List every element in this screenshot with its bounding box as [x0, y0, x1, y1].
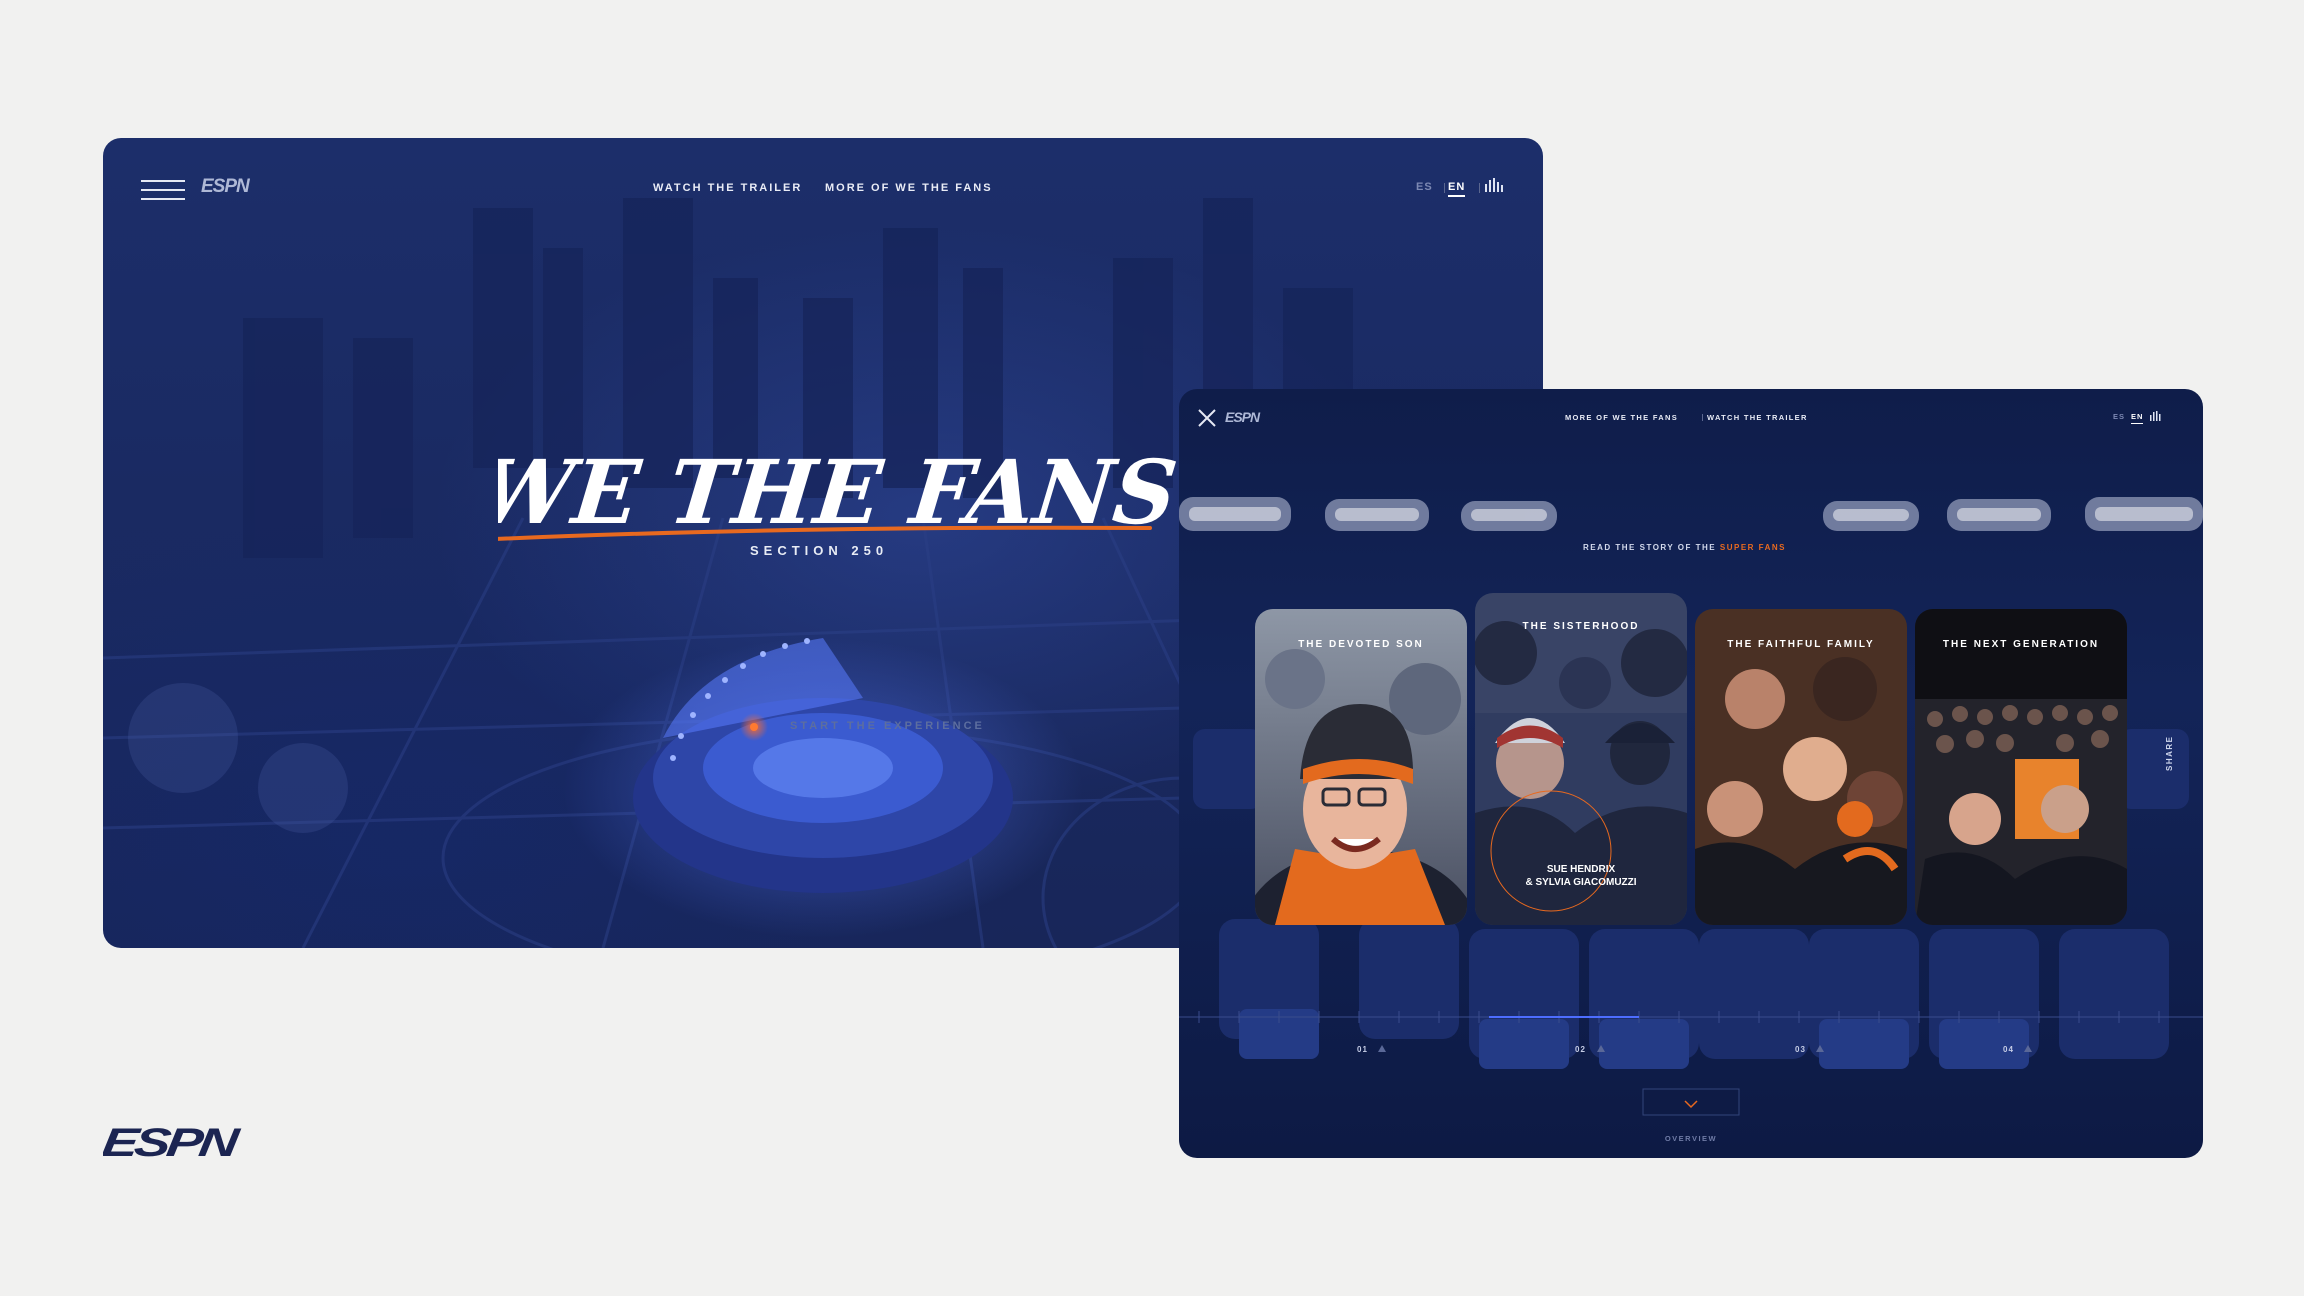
card-caption: SUE HENDRIX & SYLVIA GIACOMUZZI	[1525, 864, 1637, 888]
start-experience-button[interactable]: START THE EXPERIENCE	[790, 720, 985, 732]
svg-text:ESPN: ESPN	[103, 1124, 243, 1160]
story-card-faithful-family[interactable]: THE FAITHFUL FAMILY	[1695, 609, 1907, 925]
card-number[interactable]: 04	[2003, 1045, 2014, 1054]
lang-en[interactable]: EN	[2131, 412, 2144, 424]
caret-up-icon	[1816, 1045, 1824, 1052]
card-image	[1915, 609, 2127, 925]
hamburger-icon[interactable]	[141, 180, 185, 202]
share-button[interactable]: SHARE	[2165, 735, 2174, 771]
card-image	[1255, 609, 1467, 925]
card-title: THE DEVOTED SON	[1298, 639, 1424, 650]
card-title: THE SISTERHOOD	[1522, 621, 1640, 632]
card-number[interactable]: 03	[1795, 1045, 1806, 1054]
close-icon[interactable]	[1197, 408, 1217, 428]
lang-es[interactable]: ES	[1416, 181, 1433, 193]
card-title: THE FAITHFUL FAMILY	[1727, 639, 1875, 650]
caret-up-icon	[2024, 1045, 2032, 1052]
lang-en[interactable]: EN	[1448, 181, 1466, 197]
caret-up-icon	[1597, 1045, 1605, 1052]
sound-bars-icon[interactable]	[2150, 411, 2162, 421]
card-title: THE NEXT GENERATION	[1942, 639, 2100, 650]
super-fans-link[interactable]: SUPER FANS	[1720, 543, 1786, 552]
stories-window: ESPN MORE OF WE THE FANS WATCH THE TRAIL…	[1179, 389, 2203, 1158]
intro-text: READ THE STORY OF THE SUPER FANS	[1583, 543, 1786, 552]
card-number[interactable]: 02	[1575, 1045, 1586, 1054]
sound-bars-icon[interactable]	[1485, 178, 1503, 192]
caption-ring	[1490, 790, 1612, 912]
divider	[1702, 414, 1703, 421]
more-we-the-fans-link[interactable]: MORE OF WE THE FANS	[1565, 413, 1678, 422]
divider	[1444, 183, 1445, 193]
card-image	[1695, 609, 1907, 925]
more-we-the-fans-link[interactable]: MORE OF WE THE FANS	[825, 182, 993, 194]
hero-title: WE THE FANS	[498, 440, 1182, 544]
watch-trailer-link[interactable]: WATCH THE TRAILER	[1707, 413, 1808, 422]
card-number[interactable]: 01	[1357, 1045, 1368, 1054]
caret-up-icon	[1378, 1045, 1386, 1052]
watch-trailer-link[interactable]: WATCH THE TRAILER	[653, 182, 802, 194]
divider	[1479, 183, 1480, 193]
overview-button[interactable]: OVERVIEW	[1657, 1134, 1725, 1143]
espn-nav-logo[interactable]: ESPN	[201, 176, 250, 198]
story-card-sisterhood[interactable]: THE SISTERHOOD SUE HENDRIX & SYLVIA GIAC…	[1475, 593, 1687, 925]
story-card-next-generation[interactable]: THE NEXT GENERATION	[1915, 609, 2127, 925]
espn-nav-logo[interactable]: ESPN	[1225, 409, 1260, 425]
lang-es[interactable]: ES	[2113, 412, 2125, 421]
story-card-devoted-son[interactable]: THE DEVOTED SON	[1255, 609, 1467, 925]
espn-logo: ESPN	[103, 1124, 243, 1160]
